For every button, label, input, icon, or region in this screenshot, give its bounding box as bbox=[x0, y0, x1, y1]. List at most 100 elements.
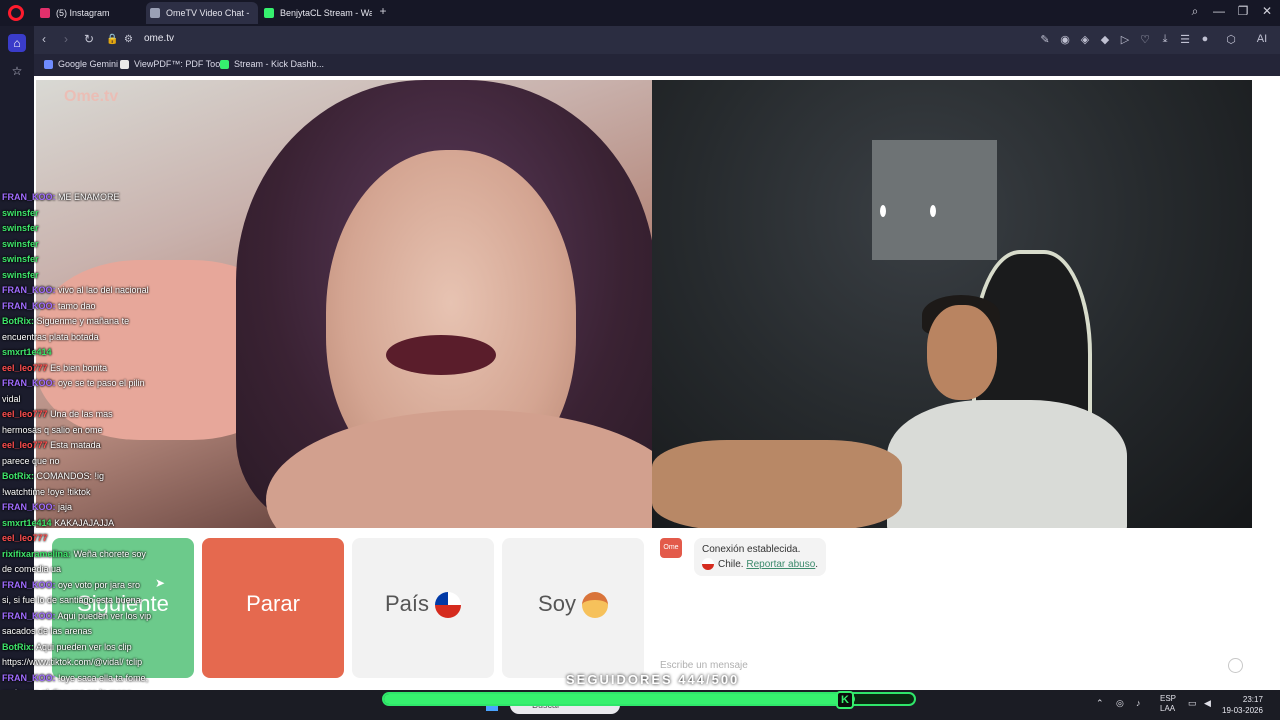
bookmark-gemini[interactable]: Google Gemini bbox=[44, 59, 118, 69]
chat-message: FRAN_KOO: oye se te paso el pilin bbox=[2, 378, 145, 388]
reload-icon[interactable]: ↻ bbox=[84, 32, 94, 46]
report-abuse-link[interactable]: Reportar abuso bbox=[746, 559, 815, 570]
gender-label: Soy bbox=[538, 591, 576, 616]
lips bbox=[386, 335, 496, 375]
back-icon[interactable]: ‹ bbox=[42, 32, 46, 46]
chat-username: FRAN_KOO: bbox=[2, 610, 56, 621]
tab-kick[interactable]: BenjytaCL Stream - Watch bbox=[260, 2, 372, 24]
chat-text: Weña chorete soy bbox=[73, 548, 146, 559]
chat-message: eel_leo777 Es bien bonita bbox=[2, 363, 107, 373]
chat-message: swinsfer bbox=[2, 239, 39, 249]
chat-text: Una de las mas bbox=[50, 409, 113, 419]
chat-username: swinsfer bbox=[2, 223, 39, 233]
country-label: País bbox=[384, 591, 430, 616]
chat-message: encuentras plata botada bbox=[2, 332, 99, 342]
stop-button[interactable]: Parar bbox=[202, 538, 344, 678]
chat-username: eel_leo777 bbox=[2, 362, 48, 373]
shield-icon[interactable]: ◈ bbox=[1078, 33, 1092, 46]
chat-text: Siguenme y mañana te bbox=[36, 316, 130, 326]
light bbox=[930, 205, 936, 217]
chat-username: eel_leo777 bbox=[2, 440, 48, 450]
speaker-icon bbox=[150, 8, 160, 18]
chat-message: FRAN_KOO: jaja bbox=[2, 502, 72, 512]
chat-username: FRAN_KOO: bbox=[2, 579, 56, 590]
chat-text: oye voto por jara sro bbox=[58, 579, 141, 590]
chat-text: jaja bbox=[58, 502, 73, 512]
chat-text: de comedia ua bbox=[2, 564, 62, 574]
chat-message: vidal bbox=[2, 394, 21, 404]
language-indicator[interactable]: ESP LAA bbox=[1160, 694, 1176, 714]
pdf-icon bbox=[120, 60, 129, 69]
download-icon[interactable]: ⤓ bbox=[1158, 33, 1172, 46]
kick-icon bbox=[220, 60, 229, 69]
chat-text: COMANDOS: !ig bbox=[36, 471, 105, 481]
ai-icon[interactable]: AI bbox=[1250, 33, 1274, 45]
tab-ometv[interactable]: OmeTV Video Chat - bbox=[146, 2, 258, 24]
tab-search-icon[interactable]: ⌕ bbox=[1186, 4, 1204, 19]
emoji-icon[interactable] bbox=[1228, 658, 1243, 673]
chat-text: tamo dao bbox=[58, 300, 96, 311]
star-icon[interactable]: ☆ bbox=[8, 62, 26, 80]
tray-chevron-icon[interactable]: ⌃ bbox=[1096, 698, 1104, 709]
chat-username: FRAN_KOO: bbox=[2, 672, 56, 683]
home-icon[interactable]: ⌂ bbox=[8, 34, 26, 52]
new-tab-button[interactable]: + bbox=[374, 4, 392, 18]
tab-bar: (5) Instagram OmeTV Video Chat - Benjyta… bbox=[0, 0, 1280, 26]
chat-text: ME ENAMORE bbox=[58, 192, 120, 202]
minimize-button[interactable]: — bbox=[1210, 4, 1228, 18]
tray-mic-icon[interactable]: ♪ bbox=[1136, 698, 1141, 708]
chat-message: swinsfer bbox=[2, 270, 39, 280]
chat-username: BotRix: bbox=[2, 471, 34, 481]
chat-text: hermosas q salio en ome bbox=[2, 424, 103, 435]
bookmark-label: ViewPDF™: PDF Too... bbox=[134, 59, 228, 69]
chat-username: FRAN_KOO: bbox=[2, 502, 56, 512]
vpn-icon[interactable]: ◆ bbox=[1098, 33, 1112, 46]
person-legs bbox=[652, 440, 902, 528]
followers-goal: SEGUIDORES 444/500 bbox=[566, 672, 740, 687]
bookmark-kick[interactable]: Stream - Kick Dashb... bbox=[220, 59, 324, 69]
profile-icon[interactable]: ● bbox=[1198, 33, 1212, 45]
chat-text: si, si fue lo de santiago esta buena bbox=[2, 595, 141, 605]
chat-text: Es bien bonita bbox=[50, 362, 108, 373]
gemini-icon bbox=[44, 60, 53, 69]
country-button[interactable]: País bbox=[352, 538, 494, 678]
edit-icon[interactable]: ✎ bbox=[1038, 33, 1052, 46]
forward-icon[interactable]: › bbox=[64, 32, 68, 46]
gender-button[interactable]: Soy bbox=[502, 538, 644, 678]
chat-username: swinsfer bbox=[2, 238, 39, 249]
site-settings-icon[interactable]: ⚙ bbox=[124, 34, 133, 45]
opera-logo-icon[interactable] bbox=[8, 5, 24, 21]
message-input[interactable]: Escribe un mensaje bbox=[660, 660, 748, 671]
lang-bottom: LAA bbox=[1160, 704, 1176, 713]
extensions-icon[interactable]: ⬡ bbox=[1224, 33, 1238, 46]
chat-username: swinsfer bbox=[2, 254, 39, 264]
chat-username: FRAN_KOO: bbox=[2, 378, 56, 388]
progress-fill bbox=[384, 694, 855, 704]
chat-text: vivo al lao del nacional bbox=[58, 285, 149, 295]
chat-message: rixifixaramelina: Weña chorete soy bbox=[2, 549, 146, 559]
tab-instagram[interactable]: (5) Instagram bbox=[36, 2, 144, 24]
bookmark-viewpdf[interactable]: ViewPDF™: PDF Too... bbox=[120, 59, 228, 69]
play-icon[interactable]: ▷ bbox=[1118, 33, 1132, 46]
tray-opera-icon[interactable]: ◎ bbox=[1116, 698, 1124, 709]
network-icon[interactable]: ▭ bbox=[1188, 698, 1197, 709]
restore-button[interactable]: ❐ bbox=[1234, 4, 1252, 18]
chat-panel: Ome TV Conexión establecida. Chile. Repo… bbox=[652, 530, 1252, 680]
url-input[interactable]: ome.tv bbox=[144, 33, 174, 44]
chat-username: smxrt1e414 bbox=[2, 347, 52, 357]
chat-message: swinsfer bbox=[2, 223, 39, 233]
menu-icon[interactable]: ☰ bbox=[1178, 33, 1192, 46]
camera-icon[interactable]: ◉ bbox=[1058, 33, 1072, 46]
self-video bbox=[652, 80, 1252, 528]
heart-icon[interactable]: ♡ bbox=[1138, 33, 1152, 46]
chat-message: BotRix: Aqui pueden ver los clip bbox=[2, 642, 132, 652]
chat-text: Aqui pueden ver los clip bbox=[36, 641, 132, 652]
chat-text: !oye saca ella ta fome, bbox=[58, 672, 149, 683]
close-button[interactable]: ✕ bbox=[1258, 4, 1276, 18]
date: 19-03-2026 bbox=[1222, 706, 1263, 715]
volume-icon[interactable]: ◀ bbox=[1204, 698, 1211, 709]
chat-message: eel_leo777 bbox=[2, 533, 48, 543]
report-suffix: . bbox=[815, 559, 819, 570]
chile-flag-icon bbox=[435, 592, 462, 619]
clock[interactable]: 23:17 19-03-2026 bbox=[1222, 694, 1263, 716]
